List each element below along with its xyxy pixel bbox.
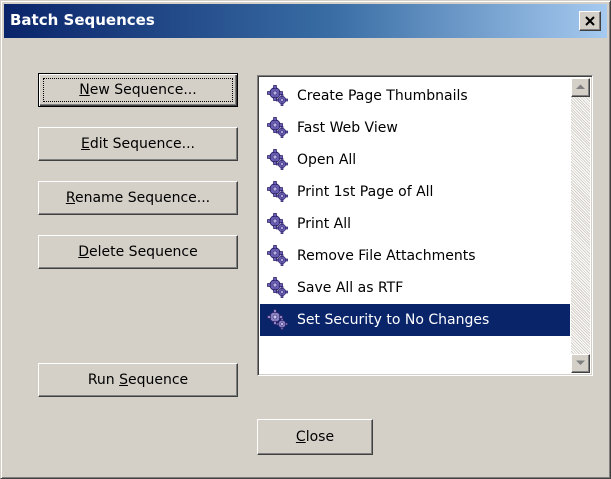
gear-icon: [267, 213, 289, 235]
delete-sequence-label: Delete Sequence: [78, 244, 198, 260]
list-item-label: Fast Web View: [297, 120, 398, 136]
sequence-list-items: Create Page Thumbnails Fast Web View Ope…: [260, 80, 570, 336]
list-item[interactable]: Fast Web View: [260, 112, 570, 144]
new-sequence-label: New Sequence...: [79, 82, 197, 98]
list-item[interactable]: Open All: [260, 144, 570, 176]
list-item[interactable]: Save All as RTF: [260, 272, 570, 304]
list-item-label: Remove File Attachments: [297, 248, 476, 264]
arrow-down-icon: [576, 360, 585, 365]
close-label: Close: [295, 429, 335, 445]
edit-sequence-button[interactable]: Edit Sequence...: [38, 127, 238, 161]
vertical-scrollbar[interactable]: [571, 78, 590, 373]
arrow-up-icon: [576, 84, 585, 89]
delete-sequence-button[interactable]: Delete Sequence: [38, 235, 238, 269]
list-item[interactable]: Set Security to No Changes: [260, 304, 570, 336]
scroll-down-button[interactable]: [571, 354, 590, 373]
rename-sequence-button[interactable]: Rename Sequence...: [38, 181, 238, 215]
list-item-label: Create Page Thumbnails: [297, 88, 468, 104]
close-icon: [585, 16, 595, 26]
list-item-label: Set Security to No Changes: [297, 312, 490, 328]
list-item-label: Print All: [297, 216, 352, 232]
gear-icon: [267, 85, 289, 107]
gear-icon: [267, 277, 289, 299]
run-sequence-button[interactable]: Run Sequence: [38, 363, 238, 397]
list-item[interactable]: Remove File Attachments: [260, 240, 570, 272]
run-sequence-label: Run Sequence: [87, 372, 189, 388]
gear-icon: [267, 309, 289, 331]
new-sequence-button[interactable]: New Sequence...: [38, 73, 238, 107]
gear-icon: [267, 245, 289, 267]
list-item-label: Open All: [297, 152, 357, 168]
gear-icon: [267, 149, 289, 171]
batch-sequences-dialog: Batch Sequences New Sequence... Edit Seq…: [0, 0, 611, 479]
list-item[interactable]: Print 1st Page of All: [260, 176, 570, 208]
close-button[interactable]: Close: [257, 419, 373, 455]
list-item[interactable]: Print All: [260, 208, 570, 240]
list-item-label: Print 1st Page of All: [297, 184, 434, 200]
dialog-title: Batch Sequences: [10, 11, 155, 29]
list-item[interactable]: Create Page Thumbnails: [260, 80, 570, 112]
close-window-button[interactable]: [579, 11, 601, 31]
gear-icon: [267, 181, 289, 203]
edit-sequence-label: Edit Sequence...: [81, 136, 195, 152]
list-item-label: Save All as RTF: [297, 280, 404, 296]
sequence-list[interactable]: Create Page Thumbnails Fast Web View Ope…: [257, 75, 593, 376]
scroll-up-button[interactable]: [571, 78, 590, 97]
title-bar[interactable]: Batch Sequences: [4, 4, 607, 38]
gear-icon: [267, 117, 289, 139]
rename-sequence-label: Rename Sequence...: [65, 190, 211, 206]
